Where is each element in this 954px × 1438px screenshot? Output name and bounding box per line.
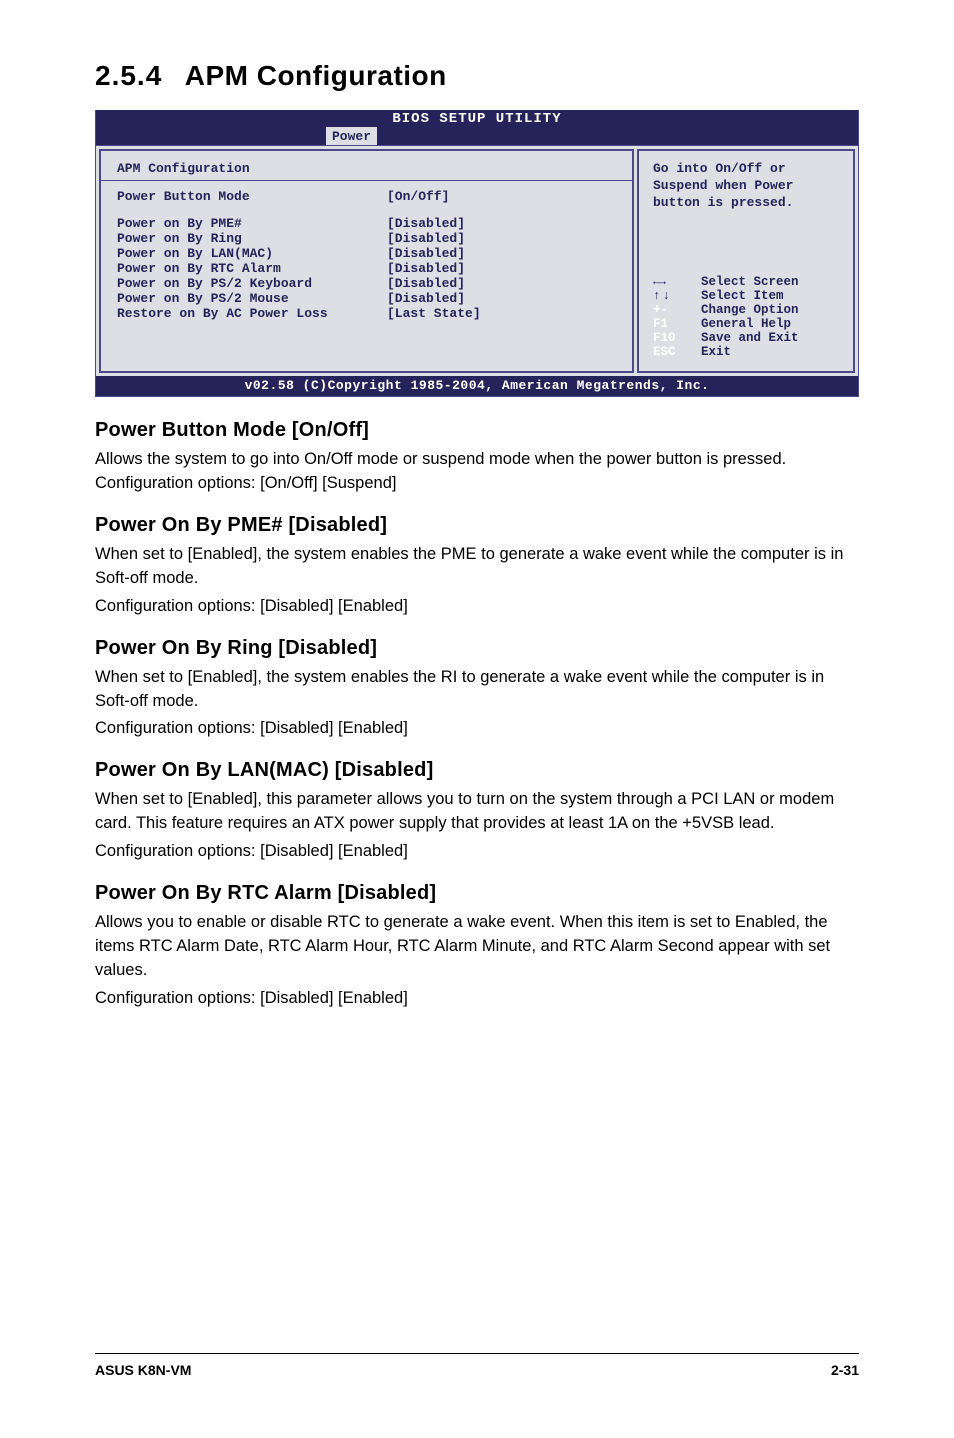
bios-row-restore: Restore on By AC Power Loss [Last State] <box>117 306 616 321</box>
bios-copyright: v02.58 (C)Copyright 1985-2004, American … <box>96 376 858 396</box>
bios-row-rtc: Power on By RTC Alarm [Disabled] <box>117 261 616 276</box>
arrows-up-down-icon: ↑↓ <box>653 289 701 303</box>
bios-row-pme: Power on By PME# [Disabled] <box>117 216 616 231</box>
row-value: [Disabled] <box>387 231 465 246</box>
subheading-power-on-ring: Power On By Ring [Disabled] <box>95 637 859 660</box>
bios-legend: Select Screen ↑↓ Select Item +- Change O… <box>653 275 841 359</box>
row-label: Power Button Mode <box>117 189 387 204</box>
paragraph: When set to [Enabled], this parameter al… <box>95 788 859 836</box>
paragraph: When set to [Enabled], the system enable… <box>95 543 859 591</box>
subheading-power-on-rtc: Power On By RTC Alarm [Disabled] <box>95 882 859 905</box>
row-label: Power on By PME# <box>117 216 387 231</box>
paragraph: Configuration options: [Disabled] [Enabl… <box>95 717 859 741</box>
legend-row-exit: ESC Exit <box>653 345 841 359</box>
subheading-power-on-lan: Power On By LAN(MAC) [Disabled] <box>95 759 859 782</box>
row-value: [Disabled] <box>387 291 465 306</box>
bios-left-panel: APM Configuration Power Button Mode [On/… <box>99 149 634 373</box>
legend-row-help: F1 General Help <box>653 317 841 331</box>
arrows-left-right-icon <box>653 275 701 289</box>
bios-row-ps2-keyboard: Power on By PS/2 Keyboard [Disabled] <box>117 276 616 291</box>
legend-desc: Save and Exit <box>701 331 799 345</box>
help-line: Go into On/Off or <box>653 161 841 178</box>
page-footer: ASUS K8N-VM 2-31 <box>95 1353 859 1378</box>
paragraph: Allows you to enable or disable RTC to g… <box>95 911 859 983</box>
help-line: Suspend when Power <box>653 178 841 195</box>
row-label: Power on By PS/2 Mouse <box>117 291 387 306</box>
legend-key: ESC <box>653 345 701 359</box>
legend-key: F10 <box>653 331 701 345</box>
paragraph: Configuration options: [Disabled] [Enabl… <box>95 987 859 1011</box>
bios-help-panel: Go into On/Off or Suspend when Power but… <box>637 149 855 373</box>
subheading-power-button-mode: Power Button Mode [On/Off] <box>95 419 859 442</box>
bios-panel-title: APM Configuration <box>117 161 616 176</box>
legend-key: F1 <box>653 317 701 331</box>
row-label: Power on By Ring <box>117 231 387 246</box>
legend-row-save: F10 Save and Exit <box>653 331 841 345</box>
subheading-power-on-pme: Power On By PME# [Disabled] <box>95 514 859 537</box>
help-line: button is pressed. <box>653 195 841 212</box>
row-value: [Disabled] <box>387 261 465 276</box>
footer-product: ASUS K8N-VM <box>95 1362 191 1378</box>
row-value: [Disabled] <box>387 276 465 291</box>
section-number: 2.5.4 <box>95 60 162 92</box>
bios-row-ps2-mouse: Power on By PS/2 Mouse [Disabled] <box>117 291 616 306</box>
legend-desc: Change Option <box>701 303 799 317</box>
paragraph: Configuration options: [Disabled] [Enabl… <box>95 595 859 619</box>
paragraph: Allows the system to go into On/Off mode… <box>95 448 859 496</box>
row-label: Restore on By AC Power Loss <box>117 306 387 321</box>
bios-help-text: Go into On/Off or Suspend when Power but… <box>653 161 841 212</box>
divider <box>101 180 632 181</box>
bios-row-lan: Power on By LAN(MAC) [Disabled] <box>117 246 616 261</box>
paragraph: Configuration options: [Disabled] [Enabl… <box>95 840 859 864</box>
bios-row-power-button-mode: Power Button Mode [On/Off] <box>117 189 616 204</box>
row-label: Power on By RTC Alarm <box>117 261 387 276</box>
bios-screenshot: BIOS SETUP UTILITY Power APM Configurati… <box>95 110 859 397</box>
row-value: [On/Off] <box>387 189 449 204</box>
row-label: Power on By LAN(MAC) <box>117 246 387 261</box>
paragraph: When set to [Enabled], the system enable… <box>95 666 859 714</box>
bios-header: BIOS SETUP UTILITY Power <box>96 110 858 146</box>
row-value: [Last State] <box>387 306 481 321</box>
legend-row-screen: Select Screen <box>653 275 841 289</box>
legend-key: +- <box>653 303 701 317</box>
footer-page-number: 2-31 <box>831 1362 859 1378</box>
row-value: [Disabled] <box>387 216 465 231</box>
legend-row-change: +- Change Option <box>653 303 841 317</box>
row-value: [Disabled] <box>387 246 465 261</box>
section-heading: 2.5.4 APM Configuration <box>95 60 859 92</box>
bios-active-tab: Power <box>326 127 377 145</box>
legend-desc: General Help <box>701 317 791 331</box>
legend-row-item: ↑↓ Select Item <box>653 289 841 303</box>
row-label: Power on By PS/2 Keyboard <box>117 276 387 291</box>
legend-desc: Exit <box>701 345 731 359</box>
bios-title: BIOS SETUP UTILITY <box>392 111 561 127</box>
legend-desc: Select Screen <box>701 275 799 289</box>
bios-row-ring: Power on By Ring [Disabled] <box>117 231 616 246</box>
legend-desc: Select Item <box>701 289 784 303</box>
section-title: APM Configuration <box>185 60 447 91</box>
